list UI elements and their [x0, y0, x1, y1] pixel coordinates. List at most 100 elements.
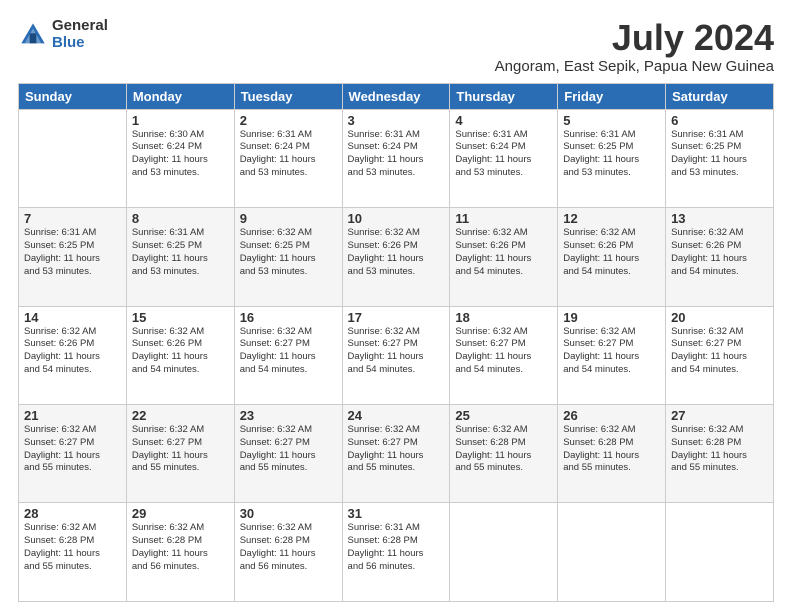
day-number: 23: [240, 408, 337, 423]
day-number: 9: [240, 211, 337, 226]
day-number: 6: [671, 113, 768, 128]
day-info: Sunrise: 6:31 AMSunset: 6:24 PMDaylight:…: [455, 129, 552, 180]
main-title: July 2024: [495, 18, 774, 58]
day-number: 17: [348, 310, 445, 325]
day-info: Sunrise: 6:31 AMSunset: 6:25 PMDaylight:…: [671, 129, 768, 180]
calendar-header-row: SundayMondayTuesdayWednesdayThursdayFrid…: [19, 83, 774, 109]
day-info: Sunrise: 6:32 AMSunset: 6:27 PMDaylight:…: [348, 326, 445, 377]
day-info: Sunrise: 6:30 AMSunset: 6:24 PMDaylight:…: [132, 129, 229, 180]
logo: General Blue: [18, 18, 108, 51]
day-info: Sunrise: 6:32 AMSunset: 6:26 PMDaylight:…: [24, 326, 121, 377]
day-info: Sunrise: 6:32 AMSunset: 6:25 PMDaylight:…: [240, 227, 337, 278]
calendar-cell: 12Sunrise: 6:32 AMSunset: 6:26 PMDayligh…: [558, 208, 666, 306]
calendar-cell: 22Sunrise: 6:32 AMSunset: 6:27 PMDayligh…: [126, 405, 234, 503]
day-info: Sunrise: 6:32 AMSunset: 6:28 PMDaylight:…: [563, 424, 660, 475]
calendar-week-row: 1Sunrise: 6:30 AMSunset: 6:24 PMDaylight…: [19, 109, 774, 207]
day-info: Sunrise: 6:32 AMSunset: 6:26 PMDaylight:…: [455, 227, 552, 278]
day-info: Sunrise: 6:32 AMSunset: 6:27 PMDaylight:…: [24, 424, 121, 475]
day-number: 3: [348, 113, 445, 128]
calendar-cell: 13Sunrise: 6:32 AMSunset: 6:26 PMDayligh…: [666, 208, 774, 306]
day-info: Sunrise: 6:31 AMSunset: 6:24 PMDaylight:…: [348, 129, 445, 180]
day-number: 14: [24, 310, 121, 325]
calendar-cell: [450, 503, 558, 602]
calendar-cell: 14Sunrise: 6:32 AMSunset: 6:26 PMDayligh…: [19, 306, 127, 404]
calendar-cell: [19, 109, 127, 207]
day-info: Sunrise: 6:32 AMSunset: 6:28 PMDaylight:…: [132, 522, 229, 573]
header: General Blue July 2024 Angoram, East Sep…: [18, 18, 774, 75]
calendar-week-row: 7 Sunrise: 6:31 AMSunset: 6:25 PMDaylight…: [19, 208, 774, 306]
calendar-cell: 29Sunrise: 6:32 AMSunset: 6:28 PMDayligh…: [126, 503, 234, 602]
day-number: 19: [563, 310, 660, 325]
day-number: 20: [671, 310, 768, 325]
day-info: Sunrise: 6:32 AMSunset: 6:27 PMDaylight:…: [240, 326, 337, 377]
calendar-cell: 19Sunrise: 6:32 AMSunset: 6:27 PMDayligh…: [558, 306, 666, 404]
logo-icon: [18, 20, 48, 50]
calendar-cell: 23Sunrise: 6:32 AMSunset: 6:27 PMDayligh…: [234, 405, 342, 503]
day-number: 4: [455, 113, 552, 128]
calendar-day-header: Thursday: [450, 83, 558, 109]
calendar-cell: 6Sunrise: 6:31 AMSunset: 6:25 PMDaylight…: [666, 109, 774, 207]
calendar-cell: [666, 503, 774, 602]
day-number: 28: [24, 506, 121, 521]
calendar-table: SundayMondayTuesdayWednesdayThursdayFrid…: [18, 83, 774, 602]
day-number: 5: [563, 113, 660, 128]
day-info: Sunrise: 6:31 AMSunset: 6:24 PMDaylight:…: [240, 129, 337, 180]
day-number: 8: [132, 211, 229, 226]
calendar-cell: 10Sunrise: 6:32 AMSunset: 6:26 PMDayligh…: [342, 208, 450, 306]
day-number: 25: [455, 408, 552, 423]
calendar-cell: 2Sunrise: 6:31 AMSunset: 6:24 PMDaylight…: [234, 109, 342, 207]
calendar-cell: 18Sunrise: 6:32 AMSunset: 6:27 PMDayligh…: [450, 306, 558, 404]
calendar-cell: 8Sunrise: 6:31 AMSunset: 6:25 PMDaylight…: [126, 208, 234, 306]
day-number: 27: [671, 408, 768, 423]
calendar-day-header: Sunday: [19, 83, 127, 109]
logo-blue: Blue: [52, 35, 108, 52]
day-number: 21: [24, 408, 121, 423]
logo-text: General Blue: [52, 18, 108, 51]
calendar-cell: 20Sunrise: 6:32 AMSunset: 6:27 PMDayligh…: [666, 306, 774, 404]
calendar-cell: 9Sunrise: 6:32 AMSunset: 6:25 PMDaylight…: [234, 208, 342, 306]
day-info: Sunrise: 6:32 AMSunset: 6:26 PMDaylight:…: [348, 227, 445, 278]
day-info: Sunrise: 6:32 AMSunset: 6:27 PMDaylight:…: [240, 424, 337, 475]
calendar-cell: 27Sunrise: 6:32 AMSunset: 6:28 PMDayligh…: [666, 405, 774, 503]
day-info: Sunrise: 6:32 AMSunset: 6:27 PMDaylight:…: [671, 326, 768, 377]
day-number: 24: [348, 408, 445, 423]
day-info: Sunrise: 6:32 AMSunset: 6:28 PMDaylight:…: [671, 424, 768, 475]
calendar-cell: 17Sunrise: 6:32 AMSunset: 6:27 PMDayligh…: [342, 306, 450, 404]
day-info: Sunrise: 6:32 AMSunset: 6:27 PMDaylight:…: [348, 424, 445, 475]
calendar-day-header: Tuesday: [234, 83, 342, 109]
day-number: 11: [455, 211, 552, 226]
day-info: Sunrise: 6:32 AMSunset: 6:28 PMDaylight:…: [24, 522, 121, 573]
day-number: 31: [348, 506, 445, 521]
day-number: 16: [240, 310, 337, 325]
calendar-week-row: 28Sunrise: 6:32 AMSunset: 6:28 PMDayligh…: [19, 503, 774, 602]
day-number: 18: [455, 310, 552, 325]
calendar-week-row: 14Sunrise: 6:32 AMSunset: 6:26 PMDayligh…: [19, 306, 774, 404]
day-info: Sunrise: 6:31 AMSunset: 6:28 PMDaylight:…: [348, 522, 445, 573]
calendar-cell: 21Sunrise: 6:32 AMSunset: 6:27 PMDayligh…: [19, 405, 127, 503]
calendar-cell: 4Sunrise: 6:31 AMSunset: 6:24 PMDaylight…: [450, 109, 558, 207]
calendar-day-header: Wednesday: [342, 83, 450, 109]
logo-general: General: [52, 18, 108, 35]
day-info: Sunrise: 6:32 AMSunset: 6:28 PMDaylight:…: [455, 424, 552, 475]
title-block: July 2024 Angoram, East Sepik, Papua New…: [495, 18, 774, 75]
day-number: 12: [563, 211, 660, 226]
calendar-day-header: Saturday: [666, 83, 774, 109]
calendar-cell: 3Sunrise: 6:31 AMSunset: 6:24 PMDaylight…: [342, 109, 450, 207]
calendar-cell: 16Sunrise: 6:32 AMSunset: 6:27 PMDayligh…: [234, 306, 342, 404]
day-number: 26: [563, 408, 660, 423]
day-info: Sunrise: 6:32 AMSunset: 6:27 PMDaylight:…: [455, 326, 552, 377]
day-info: Sunrise: 6:32 AMSunset: 6:26 PMDaylight:…: [671, 227, 768, 278]
calendar-cell: 7Sunrise: 6:31 AMSunset: 6:25 PMDaylight…: [19, 208, 127, 306]
calendar-day-header: Monday: [126, 83, 234, 109]
day-info: Sunrise: 6:32 AMSunset: 6:27 PMDaylight:…: [563, 326, 660, 377]
day-info: Sunrise: 6:31 AMSunset: 6:25 PMDaylight:…: [132, 227, 229, 278]
day-info: Sunrise: 6:32 AMSunset: 6:26 PMDaylight:…: [563, 227, 660, 278]
calendar-cell: 25Sunrise: 6:32 AMSunset: 6:28 PMDayligh…: [450, 405, 558, 503]
day-number: 30: [240, 506, 337, 521]
calendar-cell: 28Sunrise: 6:32 AMSunset: 6:28 PMDayligh…: [19, 503, 127, 602]
calendar-cell: 30Sunrise: 6:32 AMSunset: 6:28 PMDayligh…: [234, 503, 342, 602]
day-number: 22: [132, 408, 229, 423]
day-number: 7: [24, 211, 121, 226]
day-info: Sunrise: 6:32 AMSunset: 6:27 PMDaylight:…: [132, 424, 229, 475]
calendar-cell: [558, 503, 666, 602]
